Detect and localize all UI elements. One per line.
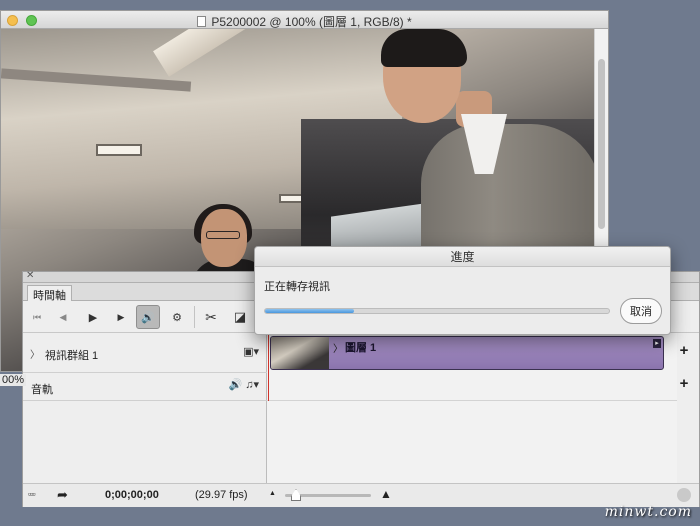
play-button[interactable]: ▶: [81, 305, 105, 329]
audio-toggle-button[interactable]: 🔊: [136, 305, 160, 329]
scissors-icon: ✂: [205, 308, 217, 325]
document-titlebar[interactable]: P5200002 @ 100% (圖層 1, RGB/8) *: [1, 11, 608, 29]
audio-track-lane[interactable]: [267, 373, 677, 401]
current-timecode[interactable]: 0;00;00;00: [105, 489, 159, 501]
track-headers: 〉 視訊群組 1 ▣▾ 音軌 🔊 ♫▾: [23, 333, 267, 483]
video-group-track-header[interactable]: 〉 視訊群組 1 ▣▾: [23, 333, 267, 373]
dialog-title: 進度: [255, 247, 670, 267]
audio-track-label: 音軌: [31, 384, 53, 396]
timeline-track-area[interactable]: 〉 圖層 1 ▸: [267, 333, 677, 483]
next-frame-button[interactable]: ▶: [109, 305, 133, 329]
photo-man-hair: [381, 29, 467, 67]
document-file-icon: [197, 16, 207, 27]
expand-track-caret-icon[interactable]: 〉: [30, 346, 40, 361]
export-progress-fill: [265, 309, 355, 313]
clip-label: 圖層 1: [345, 342, 377, 354]
speaker-icon: 🔊: [141, 311, 155, 324]
close-icon[interactable]: ✕: [26, 270, 34, 281]
first-frame-button[interactable]: ⏮: [25, 305, 49, 329]
panel-resize-handle[interactable]: [677, 488, 691, 502]
progress-dialog: 進度 正在轉存視訊 取消: [254, 246, 671, 335]
transition-button[interactable]: ◪: [228, 305, 252, 329]
toolbar-divider: [194, 306, 195, 328]
video-group-label: 視訊群組 1: [45, 350, 99, 362]
dialog-status-text: 正在轉存視訊: [264, 281, 330, 293]
playhead[interactable]: [268, 333, 269, 401]
film-strip-menu-icon[interactable]: ▣▾: [243, 345, 259, 358]
first-frame-icon: ⏮: [32, 311, 42, 322]
previous-frame-button[interactable]: ◀: [51, 305, 75, 329]
convert-to-frame-animation-icon[interactable]: ➦: [57, 487, 68, 503]
add-audio-button[interactable]: +: [677, 376, 691, 391]
watermark-logo: minwt.com: [604, 504, 692, 520]
photo-ceiling-light: [96, 144, 142, 156]
document-scroll-thumb[interactable]: [598, 59, 605, 229]
document-zoom-readout: 00%: [0, 374, 27, 386]
transition-icon: ◪: [233, 309, 247, 324]
photo-woman-glasses: [206, 231, 240, 239]
tab-timeline[interactable]: 時間軸: [27, 285, 72, 302]
gear-icon: ⚙: [172, 311, 182, 324]
clip-thumbnail: [271, 337, 329, 369]
clip-options-icon[interactable]: ▸: [653, 339, 661, 348]
audio-track-controls-icon[interactable]: 🔊 ♫▾: [228, 378, 259, 391]
render-video-icon[interactable]: ▫▫▫: [28, 489, 36, 499]
audio-track-header[interactable]: 音軌 🔊 ♫▾: [23, 373, 267, 401]
add-media-button[interactable]: +: [677, 343, 691, 358]
cancel-button[interactable]: 取消: [620, 298, 662, 324]
zoom-in-mountain-icon[interactable]: ▲: [380, 487, 392, 501]
document-title: P5200002 @ 100% (圖層 1, RGB/8) *: [1, 13, 608, 30]
timeline-zoom-slider-knob[interactable]: [291, 489, 301, 501]
zoom-out-mountain-icon[interactable]: ▲: [269, 490, 276, 497]
split-at-playhead-button[interactable]: ✂: [199, 305, 223, 329]
clip-expand-caret-icon[interactable]: 〉: [333, 340, 343, 355]
next-frame-icon: ▶: [117, 311, 125, 322]
export-progress-bar: [264, 308, 610, 314]
timeline-footer: ▫▫▫ ➦ 0;00;00;00 (29.97 fps) ▲ ▲: [23, 483, 699, 507]
play-icon: ▶: [88, 311, 98, 324]
playback-settings-button[interactable]: ⚙: [165, 305, 189, 329]
frame-rate: (29.97 fps): [195, 489, 248, 501]
video-clip[interactable]: 〉 圖層 1 ▸: [270, 336, 664, 370]
previous-frame-icon: ◀: [59, 311, 67, 322]
document-title-text: P5200002 @ 100% (圖層 1, RGB/8) *: [211, 15, 412, 29]
